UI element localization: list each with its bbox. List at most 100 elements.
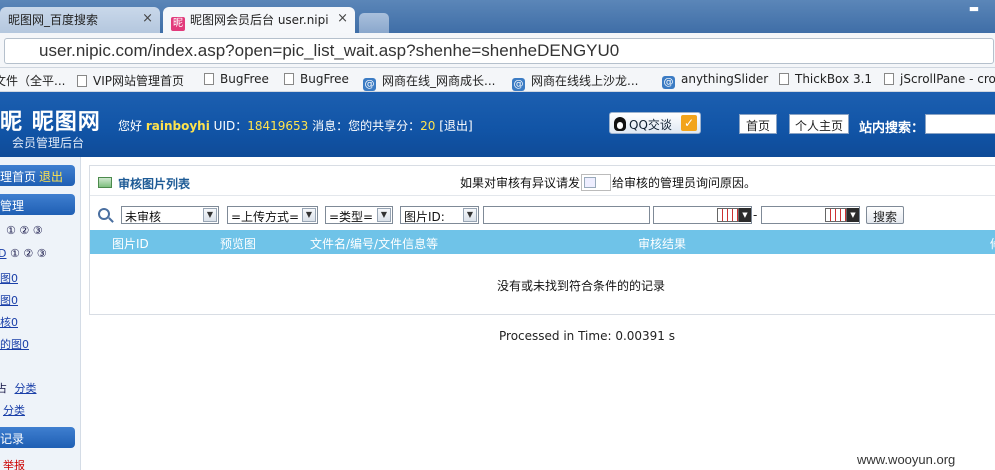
sidebar-item-count: 0	[11, 294, 18, 307]
doc-icon	[204, 73, 214, 85]
sidebar-row[interactable]: D ① ② ③	[0, 247, 47, 260]
sidebar-report-link[interactable]: 举报	[3, 457, 25, 470]
chevron-down-icon: ▼	[377, 208, 391, 222]
sidebar-header-manage[interactable]: 管理	[0, 194, 75, 215]
upload-method-select[interactable]: =上传方式= ▼	[227, 206, 318, 224]
sidebar-category-row[interactable]: 占 分类	[0, 380, 37, 396]
logo-subtitle: 会员管理后台	[12, 136, 85, 150]
sidebar-logout-link[interactable]: 退出	[39, 170, 63, 184]
sidebar-header-home: 理首页 退出	[0, 165, 75, 186]
search-icon	[98, 208, 110, 220]
review-panel: 审核图片列表 如果对审核有异议请发 给审核的管理员询问原因。 未审核 ▼ =上传方式…	[89, 165, 995, 315]
home-button[interactable]: 首页	[739, 114, 777, 134]
at-icon: @	[512, 78, 525, 91]
logo-title: 昵图网	[31, 110, 101, 135]
broken-image-icon[interactable]	[581, 174, 612, 191]
sidebar-home-link[interactable]: 理首页	[0, 170, 36, 184]
sidebar-section-label: 记录	[0, 432, 25, 446]
bookmark-label: 文件（全平...	[0, 74, 66, 88]
qq-chat-button[interactable]: QQ交谈 ✓	[609, 112, 701, 134]
start-date-input[interactable]: ▼	[653, 206, 752, 224]
bookmark-item[interactable]: jScrollPane - cro	[884, 72, 995, 86]
url-input[interactable]: user.nipic.com/index.asp?open=pic_list_w…	[4, 38, 994, 64]
review-notice: 如果对审核有异议请发 给审核的管理员询问原因。	[460, 174, 756, 191]
bookmark-item[interactable]: ThickBox 3.1	[779, 72, 872, 86]
tab-baidu-search[interactable]: 昵图网_百度搜索 ×	[0, 7, 160, 33]
sidebar-category-prefix: 占	[0, 382, 7, 395]
bookmark-item[interactable]: VIP网站管理首页	[77, 72, 184, 89]
personal-page-button[interactable]: 个人主页	[789, 114, 849, 134]
bookmark-label: 网商在线线上沙龙...	[531, 74, 639, 88]
column-header: 文件名/编号/文件信息等	[310, 237, 439, 251]
qq-label: QQ交谈	[629, 118, 672, 132]
bookmark-label: anythingSlider	[681, 72, 769, 86]
bookmark-item[interactable]: @ 网商在线线上沙龙...	[512, 72, 638, 91]
sidebar-item-count: 0	[22, 338, 29, 351]
sidebar-item[interactable]: 图0	[0, 292, 18, 308]
type-select[interactable]: =类型= ▼	[325, 206, 393, 224]
sidebar-row-prefix: D	[0, 247, 6, 260]
picture-id-select[interactable]: 图片ID: ▼	[400, 206, 479, 224]
sidebar-category-link: 分类	[3, 404, 25, 417]
search-button[interactable]: 搜索	[866, 206, 904, 224]
column-header: 审核结果	[638, 237, 687, 251]
calendar-icon[interactable]: ▼	[825, 208, 861, 222]
keyword-input[interactable]	[483, 206, 650, 224]
sidebar-item[interactable]: 核0	[0, 314, 18, 330]
site-logo[interactable]: 昵 昵图网	[0, 104, 101, 136]
bookmark-item[interactable]: BugFree	[204, 72, 269, 86]
tab-title: 昵图网会员后台 user.nipi	[190, 13, 329, 27]
status-select[interactable]: 未审核 ▼	[121, 206, 219, 224]
sidebar-row-label: ① ② ③	[6, 224, 43, 237]
sidebar-item[interactable]: 图0	[0, 270, 18, 286]
notice-text-after: 给审核的管理员询问原因。	[612, 176, 757, 190]
new-tab-button[interactable]	[359, 13, 389, 33]
messages-label[interactable]: 消息：	[312, 119, 348, 133]
at-icon: @	[363, 78, 376, 91]
tab-nipic-admin[interactable]: 昵昵图网会员后台 user.nipi ×	[163, 7, 355, 33]
bookmark-item[interactable]: @ 网商在线_网商成长...	[363, 72, 495, 91]
bookmark-item[interactable]: 文件（全平...	[0, 72, 65, 89]
calendar-icon[interactable]: ▼	[717, 208, 753, 222]
doc-icon	[77, 75, 87, 87]
processed-time: Processed in Time: 0.00391 s	[499, 329, 676, 343]
bookmark-label: jScrollPane - cro	[900, 72, 995, 86]
sidebar-category-row[interactable]: 分类	[3, 402, 25, 418]
sidebar-item[interactable]: 的图0	[0, 336, 29, 352]
sidebar-category-link: 分类	[14, 382, 37, 395]
bookmark-label: ThickBox 3.1	[795, 72, 873, 86]
share-score: 20	[420, 119, 436, 133]
empty-result-message: 没有或未找到符合条件的的记录	[496, 279, 665, 293]
user-greeting: 您好 rainboyhi UID：18419653 消息：您的共享分：20 [退…	[118, 117, 473, 134]
sidebar-item-count: 0	[11, 316, 18, 329]
sidebar-item-label: 图	[0, 294, 11, 307]
logout-link[interactable]: [退出]	[439, 119, 472, 133]
minimize-icon[interactable]: ▬	[961, 2, 987, 16]
date-separator: -	[753, 208, 758, 222]
bookmark-label: 网商在线_网商成长...	[382, 74, 496, 88]
bookmark-item[interactable]: @ anythingSlider	[662, 72, 768, 89]
site-search-input[interactable]	[925, 114, 995, 134]
sidebar-row[interactable]: ① ② ③	[6, 224, 43, 237]
username: rainboyhi	[145, 119, 210, 133]
table-header: 图片ID 预览图 文件名/编号/文件信息等 审核结果 修	[90, 230, 995, 254]
column-header: 预览图	[220, 237, 257, 251]
tab-title: 昵图网_百度搜索	[8, 13, 99, 27]
site-search-label: 站内搜索：	[859, 121, 925, 136]
chevron-down-icon: ▼	[463, 208, 477, 222]
share-label: 您的共享分：	[348, 119, 421, 133]
bookmark-label: BugFree	[220, 72, 269, 86]
panel-title-row: 审核图片列表 如果对审核有异议请发 给审核的管理员询问原因。	[90, 166, 995, 196]
status-select-value: 未审核	[125, 210, 162, 224]
sidebar-header-records[interactable]: 记录	[0, 427, 75, 448]
close-icon[interactable]: ×	[142, 11, 153, 26]
sidebar-item-label: 图	[0, 272, 11, 285]
column-header: 图片ID	[112, 237, 149, 251]
close-icon[interactable]: ×	[337, 11, 348, 26]
bookmark-item[interactable]: BugFree	[284, 72, 349, 86]
sidebar-item-label: 核	[0, 316, 11, 329]
sidebar-row-label: ① ② ③	[9, 247, 47, 260]
end-date-input[interactable]: ▼	[761, 206, 860, 224]
doc-icon	[284, 73, 294, 85]
uid-label: UID：	[213, 119, 248, 133]
